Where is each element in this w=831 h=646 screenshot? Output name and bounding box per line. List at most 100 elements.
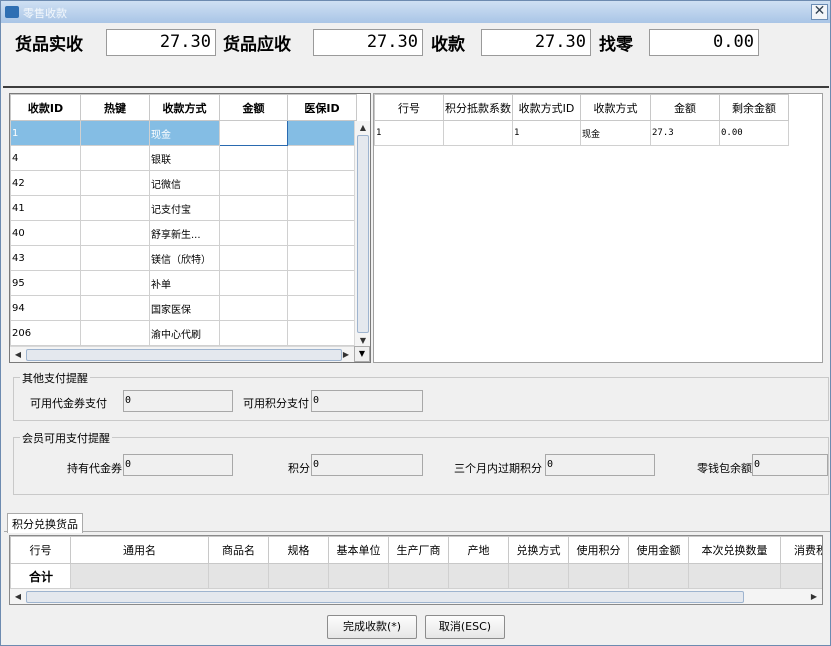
column-header[interactable]: 使用积分 — [568, 536, 629, 564]
table-cell — [287, 295, 357, 321]
column-header[interactable]: 通用名 — [70, 536, 209, 564]
table-cell: 43 — [10, 245, 81, 271]
payment-method-row[interactable]: 42 记微信 — [10, 170, 357, 196]
column-header[interactable]: 生产厂商 — [388, 536, 449, 564]
table-cell — [70, 563, 209, 589]
table-cell — [268, 563, 329, 589]
table-cell[interactable] — [219, 270, 288, 296]
payment-lines-grid: 行号 积分抵款系数 收款方式ID 收款方式 金额 剩余金额 1 1 现金 27.3 0.00 — [373, 93, 823, 363]
payment-method-row[interactable]: 4 银联 — [10, 145, 357, 171]
voucher-pay-label: 可用代金券支付 — [30, 397, 107, 410]
summary-panel: 货品实收 27.30 货品应收 27.30 收款 27.30 找零 0.00 — [3, 23, 829, 86]
table-cell — [80, 320, 150, 346]
payment-method-row[interactable]: 43 镁信（欣特） — [10, 245, 357, 271]
table-cell — [628, 563, 689, 589]
table-cell[interactable] — [219, 170, 288, 196]
scroll-thumb[interactable] — [26, 349, 342, 361]
finish-payment-button[interactable]: 完成收款(*) — [327, 615, 417, 639]
tab-points-exchange[interactable]: 积分兑换货品 — [7, 513, 83, 533]
payment-methods-table: 收款ID 热键 收款方式 金额 医保ID 1 现金 4 银联 42 记微信 41 记支付宝 40 舒享新生… — [10, 94, 357, 346]
scroll-thumb[interactable] — [26, 591, 744, 603]
column-header[interactable]: 产地 — [448, 536, 509, 564]
payment-method-row[interactable]: 1 现金 — [10, 120, 357, 146]
voucher-pay-field[interactable]: 0 — [123, 390, 233, 412]
cancel-button[interactable]: 取消(ESC) — [425, 615, 505, 639]
table-cell — [80, 270, 150, 296]
column-header[interactable]: 使用金额 — [628, 536, 689, 564]
scroll-left-icon[interactable]: ◀ — [11, 590, 25, 603]
change-value: 0.00 — [649, 29, 759, 56]
points-pay-field[interactable]: 0 — [311, 390, 423, 412]
column-header[interactable]: 商品名 — [208, 536, 269, 564]
payment-dialog: 零售收款 ✕ 货品实收 27.30 货品应收 27.30 收款 27.30 找零… — [0, 0, 831, 646]
expiring-points-field[interactable]: 0 — [545, 454, 655, 476]
column-header[interactable]: 行号 — [10, 536, 71, 564]
table-cell — [508, 563, 569, 589]
close-button[interactable]: ✕ — [811, 4, 828, 20]
table-cell: 记支付宝 — [149, 195, 220, 221]
column-header[interactable]: 收款方式ID — [512, 94, 581, 121]
scroll-up-icon[interactable]: ▲ — [356, 121, 370, 134]
column-header[interactable]: 收款方式 — [580, 94, 651, 121]
table-cell — [80, 295, 150, 321]
exchange-horizontal-scrollbar[interactable]: ◀ ▶ — [10, 588, 822, 604]
column-header[interactable]: 剩余金额 — [719, 94, 789, 121]
column-header[interactable]: 兑换方式 — [508, 536, 569, 564]
column-header[interactable]: 医保ID — [287, 94, 357, 121]
member-pay-group: 会员可用支付提醒 持有代金券 0 积分 0 三个月内过期积分 0 零钱包余额 0 — [13, 430, 829, 495]
scroll-left-icon[interactable]: ◀ — [11, 348, 25, 361]
due-label: 货品应收 — [223, 35, 291, 55]
table-cell[interactable] — [219, 195, 288, 221]
table-cell: 95 — [10, 270, 81, 296]
column-header[interactable]: 积分抵款系数 — [443, 94, 513, 121]
table-cell — [80, 245, 150, 271]
vertical-scrollbar[interactable]: ▲ ▼ — [354, 121, 370, 347]
column-header[interactable]: 规格 — [268, 536, 329, 564]
payment-method-row[interactable]: 206 渝中心代刷 — [10, 320, 357, 346]
actual-receipt-label: 货品实收 — [15, 35, 83, 55]
column-header[interactable]: 行号 — [374, 94, 444, 121]
table-cell: 1 — [10, 120, 81, 146]
table-cell: 记微信 — [149, 170, 220, 196]
payment-method-row[interactable]: 95 补单 — [10, 270, 357, 296]
payment-line-row[interactable]: 1 1 现金 27.3 0.00 — [374, 120, 789, 146]
table-cell: 现金 — [580, 120, 651, 146]
total-label: 合计 — [10, 563, 71, 589]
column-header[interactable]: 收款方式 — [149, 94, 220, 121]
member-points-field[interactable]: 0 — [311, 454, 423, 476]
column-header[interactable]: 消费积 — [780, 536, 822, 564]
other-pay-legend: 其他支付提醒 — [20, 370, 90, 386]
column-header[interactable]: 热键 — [80, 94, 150, 121]
table-cell[interactable] — [219, 220, 288, 246]
window-title: 零售收款 — [23, 7, 67, 20]
table-cell — [80, 120, 150, 146]
table-cell: 42 — [10, 170, 81, 196]
column-header[interactable]: 本次兑换数量 — [688, 536, 781, 564]
scroll-right-icon[interactable]: ▶ — [339, 348, 353, 361]
table-cell — [287, 145, 357, 171]
table-cell[interactable] — [219, 245, 288, 271]
scroll-thumb[interactable] — [357, 135, 369, 333]
column-header[interactable]: 收款ID — [10, 94, 81, 121]
scroll-corner-icon[interactable]: ▼ — [354, 346, 370, 362]
table-cell[interactable] — [219, 320, 288, 346]
scroll-right-icon[interactable]: ▶ — [807, 590, 821, 603]
table-cell — [80, 170, 150, 196]
column-header[interactable]: 基本单位 — [328, 536, 389, 564]
table-cell[interactable] — [219, 120, 288, 146]
held-voucher-field[interactable]: 0 — [123, 454, 233, 476]
table-cell: 现金 — [149, 120, 220, 146]
horizontal-scrollbar[interactable]: ◀ ▶ — [10, 346, 354, 362]
points-pay-label: 可用积分支付 — [243, 397, 309, 410]
wallet-balance-field[interactable]: 0 — [752, 454, 828, 476]
payment-method-row[interactable]: 41 记支付宝 — [10, 195, 357, 221]
table-cell[interactable] — [219, 295, 288, 321]
exchange-goods-table: 行号 通用名 商品名 规格 基本单位 生产厂商 产地 兑换方式 使用积分 使用金额 本次兑换数量 消费… — [10, 536, 822, 589]
tab-bar: 积分兑换货品 — [4, 512, 830, 533]
payment-method-row[interactable]: 40 舒享新生... — [10, 220, 357, 246]
column-header[interactable]: 金额 — [219, 94, 288, 121]
payment-method-row[interactable]: 94 国家医保 — [10, 295, 357, 321]
table-cell[interactable] — [219, 145, 288, 171]
held-voucher-label: 持有代金券 — [67, 462, 122, 475]
column-header[interactable]: 金额 — [650, 94, 720, 121]
